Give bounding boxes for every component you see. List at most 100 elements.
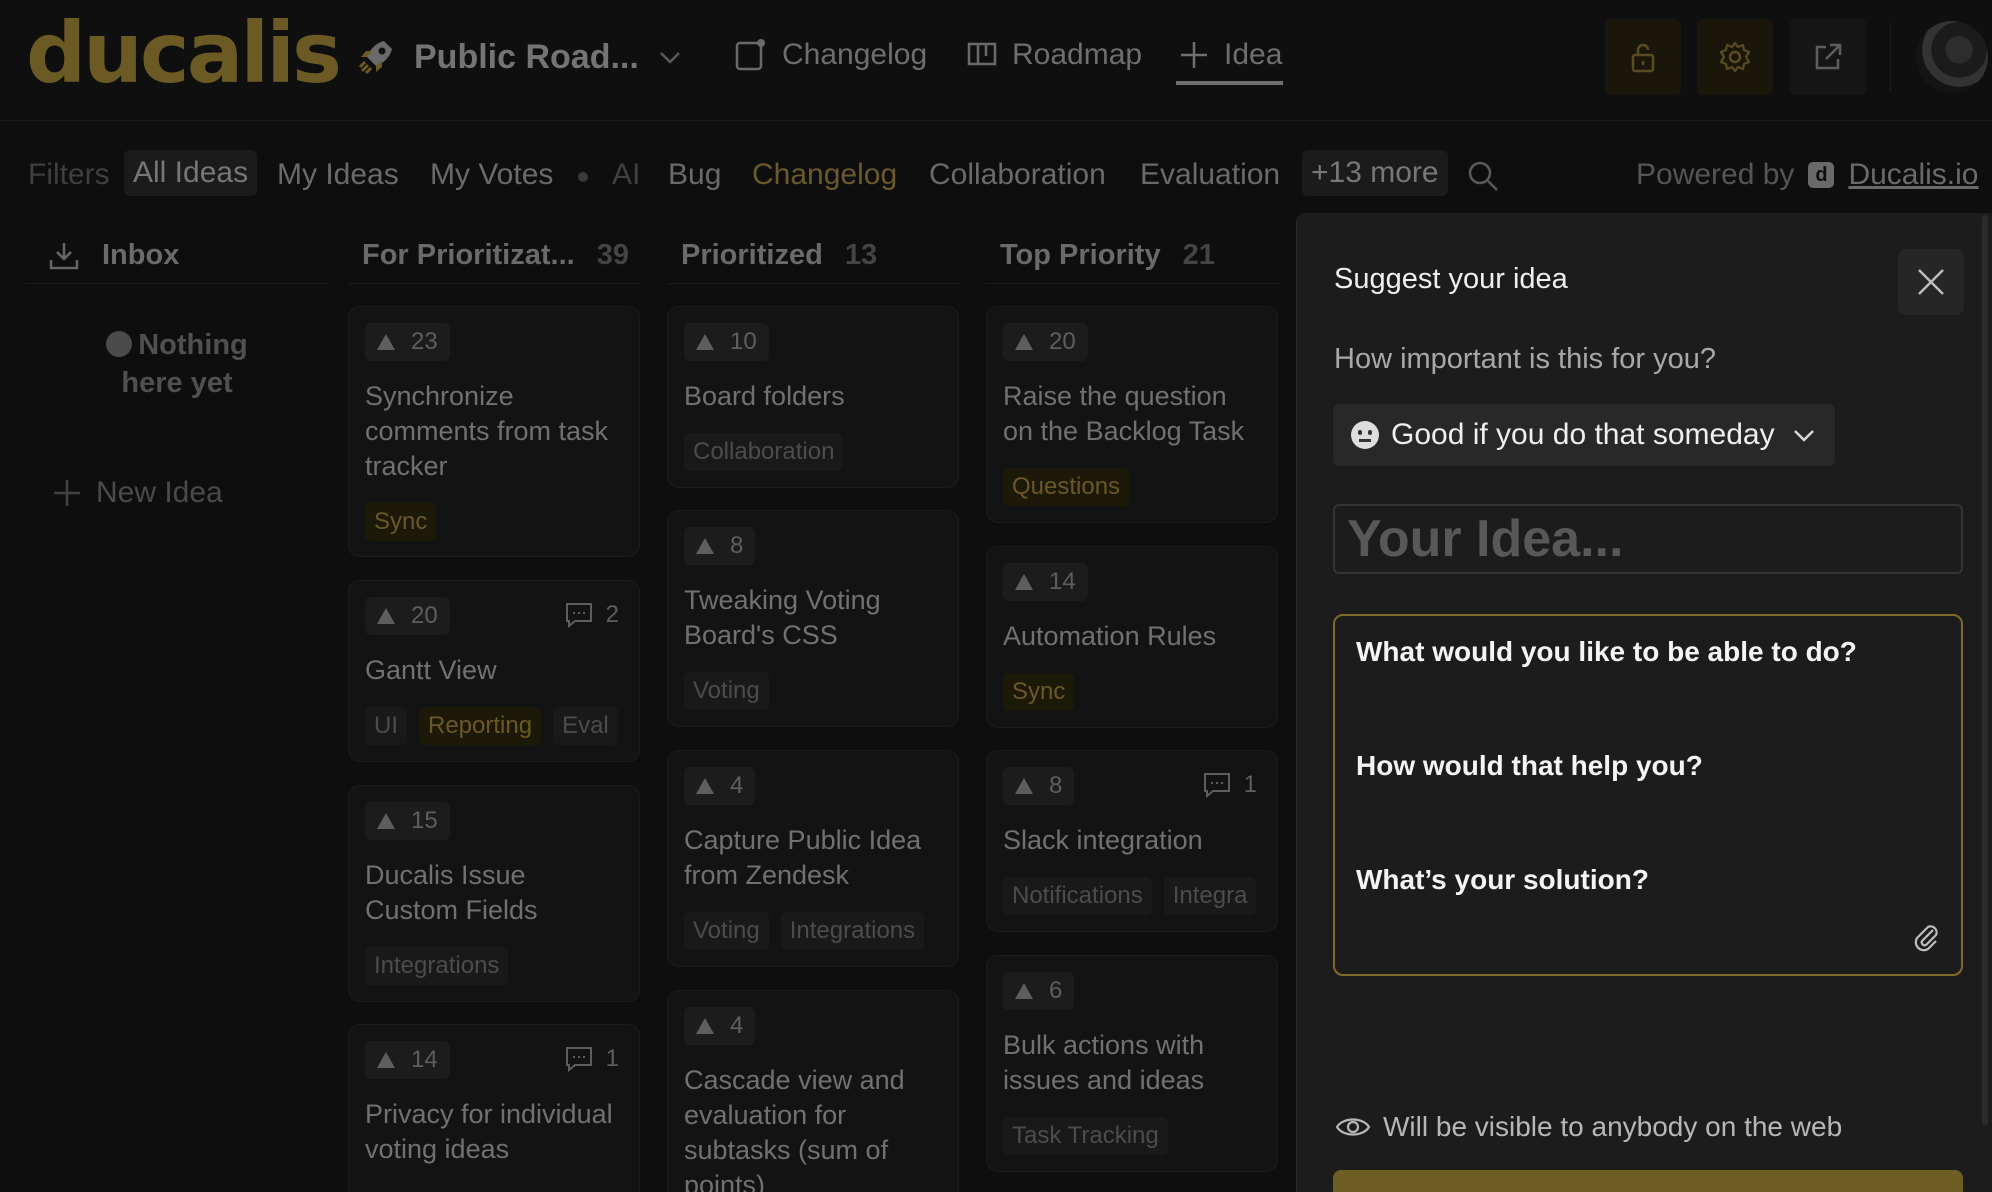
filter-tag-collaboration[interactable]: Collaboration — [929, 158, 1106, 192]
nav-changelog[interactable]: Changelog — [734, 30, 927, 80]
idea-card[interactable]: 6 Bulk actions with issues and ideas Tas… — [986, 955, 1278, 1172]
vote-button[interactable]: 20 — [365, 597, 450, 635]
vote-button[interactable]: 8 — [1003, 767, 1075, 805]
empty-text: Nothing — [138, 329, 248, 361]
inbox-empty-state: Nothing here yet — [66, 326, 288, 402]
vote-button[interactable]: 4 — [684, 767, 756, 805]
tag: Integrations — [780, 912, 925, 950]
header-divider — [1890, 22, 1891, 92]
column-header-top-priority: Top Priority 21 — [986, 228, 1280, 284]
comment-icon — [1203, 773, 1230, 799]
idea-card[interactable]: 8 Tweaking Voting Board's CSS Voting — [667, 510, 959, 727]
filter-tag-evaluation[interactable]: Evaluation — [1140, 158, 1280, 192]
eye-icon — [1335, 1118, 1371, 1136]
open-external-button[interactable] — [1790, 19, 1866, 95]
new-idea-label: New Idea — [96, 476, 223, 509]
idea-card[interactable]: 23 Synchronize comments from task tracke… — [348, 306, 640, 557]
external-link-icon — [1815, 43, 1842, 70]
idea-card[interactable]: 20 2 Gantt View UI Reporting Eval — [348, 580, 640, 762]
upvote-icon — [1015, 983, 1033, 999]
importance-value: Good if you do that someday — [1391, 418, 1775, 451]
vote-button[interactable]: 6 — [1003, 972, 1075, 1010]
vote-count: 15 — [411, 807, 438, 834]
vote-count: 14 — [1049, 568, 1076, 595]
filter-tag-bug[interactable]: Bug — [668, 158, 721, 192]
idea-card[interactable]: 15 Ducalis Issue Custom Fields Integrati… — [348, 785, 640, 1002]
neutral-face-icon — [1351, 421, 1379, 449]
changelog-icon — [735, 39, 765, 71]
idea-card[interactable]: 8 1 Slack integration Notifications Inte… — [986, 750, 1278, 932]
card-title: Raise the question on the Backlog Task — [1003, 381, 1245, 446]
visibility-note: Will be visible to anybody on the web — [1335, 1111, 1842, 1143]
plus-icon — [54, 480, 80, 506]
card-title: Slack integration — [1003, 825, 1203, 855]
card-title: Board folders — [684, 381, 845, 411]
filter-tag-changelog[interactable]: Changelog — [752, 158, 897, 192]
vote-button[interactable]: 20 — [1003, 323, 1088, 361]
submit-button[interactable] — [1333, 1170, 1963, 1192]
card-title: Capture Public Idea from Zendesk — [684, 825, 922, 890]
nav-roadmap[interactable]: Roadmap — [966, 30, 1142, 80]
vote-button[interactable]: 23 — [365, 323, 450, 361]
paperclip-icon[interactable] — [1911, 922, 1941, 952]
upvote-icon — [696, 1018, 714, 1034]
card-title: Privacy for individual voting ideas — [365, 1099, 613, 1164]
idea-title-input[interactable] — [1333, 504, 1963, 574]
idea-card[interactable]: 20 Raise the question on the Backlog Tas… — [986, 306, 1278, 523]
avatar[interactable] — [1916, 21, 1988, 93]
filter-bar: Filters All Ideas My Ideas My Votes AI B… — [0, 150, 1992, 208]
idea-card[interactable]: 4 Capture Public Idea from Zendesk Votin… — [667, 750, 959, 967]
nav-idea[interactable]: Idea — [1178, 30, 1282, 80]
filter-more-button[interactable]: +13 more — [1302, 150, 1448, 196]
filter-my-ideas[interactable]: My Ideas — [277, 158, 399, 192]
tag: UI — [365, 707, 407, 745]
tag: Voting — [684, 912, 769, 950]
importance-select[interactable]: Good if you do that someday — [1333, 404, 1835, 466]
search-icon[interactable] — [1466, 159, 1500, 193]
board-switcher[interactable]: Public Road... — [356, 30, 683, 84]
idea-card[interactable]: 14 1 Privacy for individual voting ideas — [348, 1024, 640, 1192]
comments-count: 1 — [1202, 771, 1257, 799]
tag: Questions — [1003, 468, 1130, 506]
upvote-icon — [377, 1052, 395, 1068]
vote-count: 20 — [1049, 328, 1076, 355]
board-title: Public Road... — [414, 37, 639, 76]
upvote-icon — [1015, 334, 1033, 350]
vote-button[interactable]: 8 — [684, 527, 756, 565]
vote-button[interactable]: 14 — [365, 1041, 450, 1079]
ducalis-logo[interactable]: ducalis — [26, 4, 342, 102]
filter-tag-ai[interactable]: AI — [612, 158, 640, 192]
upvote-icon — [1015, 778, 1033, 794]
settings-button[interactable] — [1697, 19, 1773, 95]
column-title: Prioritized — [681, 239, 823, 271]
vote-button[interactable]: 15 — [365, 802, 450, 840]
column-title: Inbox — [102, 239, 180, 271]
panel-scrollbar[interactable] — [1982, 215, 1988, 1125]
filter-my-votes[interactable]: My Votes — [430, 158, 553, 192]
idea-card[interactable]: 14 Automation Rules Sync — [986, 546, 1278, 728]
comments-count: 2 — [564, 601, 619, 629]
card-title: Automation Rules — [1003, 621, 1217, 651]
importance-question: How important is this for you? — [1334, 343, 1716, 375]
idea-card[interactable]: 10 Board folders Collaboration — [667, 306, 959, 488]
vote-button[interactable]: 10 — [684, 323, 769, 361]
vote-button[interactable]: 4 — [684, 1007, 756, 1045]
lock-button[interactable] — [1605, 19, 1681, 95]
visibility-text: Will be visible to anybody on the web — [1383, 1111, 1843, 1142]
powered-by-label: Powered by — [1636, 158, 1795, 191]
nav-idea-label: Idea — [1224, 38, 1283, 71]
ducalis-link[interactable]: Ducalis.io — [1848, 158, 1978, 192]
gear-icon — [1719, 41, 1751, 73]
vote-button[interactable]: 14 — [1003, 563, 1088, 601]
ducalis-mini-logo: d — [1808, 162, 1835, 188]
column-title: Top Priority — [1000, 239, 1161, 271]
vote-count: 8 — [1049, 772, 1063, 799]
prompt-solution: What’s your solution? — [1356, 864, 1649, 895]
idea-description-textarea[interactable]: What would you like to be able to do? Ho… — [1333, 614, 1963, 976]
new-idea-button[interactable]: New Idea — [52, 476, 223, 510]
filter-all-ideas[interactable]: All Ideas — [124, 150, 258, 196]
close-button[interactable] — [1898, 249, 1964, 315]
comments-value: 1 — [1243, 771, 1257, 798]
idea-card[interactable]: 4 Cascade view and evaluation for subtas… — [667, 990, 959, 1192]
tag: Integrations — [365, 947, 509, 985]
